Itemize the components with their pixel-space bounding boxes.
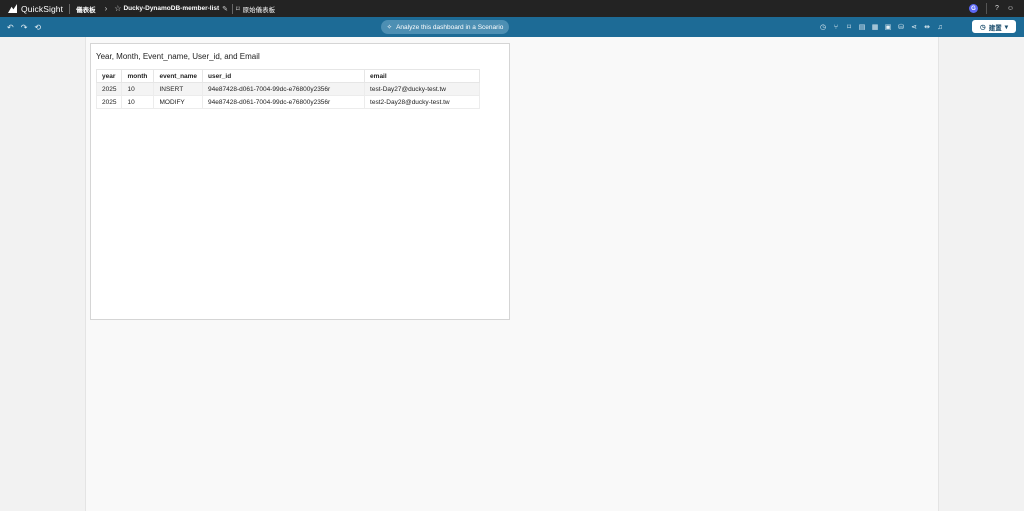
account-avatar[interactable]: G <box>968 4 978 13</box>
help-icon[interactable]: ? <box>995 5 999 12</box>
clock-icon[interactable]: ◷ <box>819 23 827 31</box>
column-header-user-id[interactable]: user_id <box>202 69 366 83</box>
scenario-label: Analyze this dashboard in a Scenario <box>396 23 504 31</box>
cell-year: 2025 <box>95 95 123 109</box>
reset-icon[interactable]: ⟲ <box>34 23 41 32</box>
cell-email: test2-Day28@ducky-test.tw <box>364 95 481 109</box>
cell-event-name: MODIFY <box>153 95 204 109</box>
dataset-icon[interactable]: ▣ <box>884 23 892 31</box>
divider <box>69 3 71 14</box>
cell-user-id: 94e87428-d061-7004-99dc-e76800y2356r <box>202 95 366 109</box>
column-header-event-name[interactable]: event_name <box>153 69 204 83</box>
cell-user-id: 94e87428-d061-7004-99dc-e76800y2356r <box>202 82 366 96</box>
scenario-icon: ✧ <box>386 24 393 31</box>
bell-icon[interactable]: ♫ <box>936 24 944 31</box>
build-button[interactable]: ◷ 建置 ▾ <box>972 20 1016 33</box>
top-navigation-bar: QuickSight 儀表板 › ☆ Ducky-DynamoDB-member… <box>0 0 1024 17</box>
user-icon[interactable]: ☺ <box>1007 5 1014 12</box>
share-icon[interactable]: ⋖ <box>910 23 918 31</box>
branch-icon[interactable]: ⑂ <box>832 24 840 31</box>
scenario-button[interactable]: ✧ Analyze this dashboard in a Scenario <box>381 20 509 34</box>
original-dashboard-label[interactable]: 原始儀表板 <box>243 4 276 14</box>
visual-title: Year, Month, Event_name, User_id, and Em… <box>96 52 260 61</box>
top-right-actions: G ? ☺ <box>968 0 1014 17</box>
table-header-row: year month event_name user_id email <box>95 69 481 83</box>
app-name: QuickSight <box>21 3 64 14</box>
edit-name-icon[interactable]: ✎ <box>222 5 228 13</box>
history-controls: ↶ ↷ ⟲ <box>0 23 41 32</box>
column-header-month[interactable]: month <box>121 69 155 83</box>
caret-down-icon: ▾ <box>1004 23 1008 31</box>
quicksight-logo[interactable]: QuickSight <box>0 0 63 17</box>
toolbar-actions: ◷ ⑂ ⌑ ▤ ▦ ▣ ⛁ ⋖ ⇹ ♫ <box>819 17 944 37</box>
bookmark-icon[interactable]: ⌑ <box>236 5 240 13</box>
sheet-icon[interactable]: ▤ <box>858 23 866 31</box>
database-icon[interactable]: ⛁ <box>897 23 905 31</box>
table-row[interactable]: 2025 10 INSERT 94e87428-d061-7004-99dc-e… <box>95 82 481 96</box>
divider <box>985 3 987 14</box>
star-icon[interactable]: ☆ <box>114 4 121 13</box>
table-visual[interactable]: Year, Month, Event_name, User_id, and Em… <box>90 43 510 320</box>
chevron-right-icon: › <box>104 4 108 13</box>
redo-icon[interactable]: ↷ <box>21 23 28 32</box>
cell-month: 10 <box>121 82 155 96</box>
fit-width-icon[interactable]: ⇹ <box>923 23 931 31</box>
dashboard-toolbar: ↶ ↷ ⟲ ✧ Analyze this dashboard in a Scen… <box>0 17 1024 37</box>
quicksight-logo-icon <box>8 4 17 13</box>
bookmark-icon[interactable]: ⌑ <box>845 23 853 31</box>
cell-email: test-Day27@ducky-test.tw <box>364 82 481 96</box>
table-icon[interactable]: ▦ <box>871 23 879 31</box>
divider <box>232 3 234 14</box>
undo-icon[interactable]: ↶ <box>7 23 14 32</box>
build-label: 建置 <box>988 24 1002 32</box>
dashboard-name: Ducky-DynamoDB-member-list <box>123 5 220 12</box>
data-table: year month event_name user_id email 2025… <box>95 69 481 109</box>
table-row[interactable]: 2025 10 MODIFY 94e87428-d061-7004-99dc-e… <box>95 95 481 109</box>
cell-month: 10 <box>121 95 155 109</box>
breadcrumb-dashboards[interactable]: 儀表板 <box>76 4 96 14</box>
clock-icon: ◷ <box>980 23 986 31</box>
cell-year: 2025 <box>95 82 123 96</box>
column-header-year[interactable]: year <box>95 69 123 83</box>
cell-event-name: INSERT <box>153 82 204 96</box>
column-header-email[interactable]: email <box>364 69 481 83</box>
